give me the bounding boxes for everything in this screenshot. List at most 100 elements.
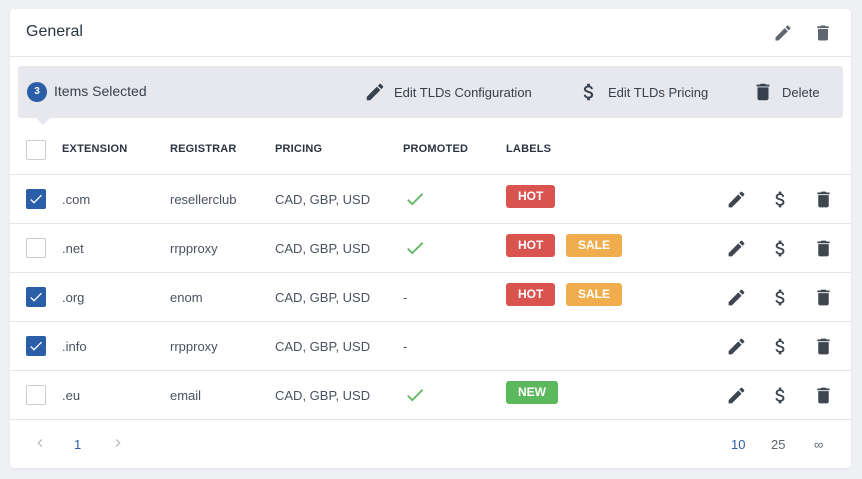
- edit-pricing-row-button[interactable]: [768, 285, 792, 309]
- label-badge-sale: SALE: [566, 234, 623, 257]
- label-badge-hot: HOT: [506, 283, 556, 306]
- promoted-cell: -: [403, 339, 408, 354]
- edit-tlds-pricing-button[interactable]: Edit TLDs Pricing: [578, 79, 708, 105]
- edit-row-button[interactable]: [724, 187, 748, 211]
- table-row: .com resellerclub CAD, GBP, USD HOT: [10, 174, 851, 223]
- registrar-cell: rrpproxy: [170, 339, 218, 354]
- delete-row-button[interactable]: [811, 236, 835, 260]
- dollar-icon: [775, 338, 784, 354]
- label-badge-hot: HOT: [506, 234, 556, 257]
- delete-group-button[interactable]: [811, 21, 835, 45]
- card-header: General: [10, 9, 851, 57]
- pencil-icon: [728, 387, 744, 403]
- row-checkbox[interactable]: [26, 336, 46, 356]
- checkmark-icon: [30, 292, 42, 302]
- label-badge-hot: HOT: [506, 185, 556, 208]
- column-header-labels: LABELS: [506, 143, 552, 155]
- edit-tlds-configuration-button[interactable]: Edit TLDs Configuration: [364, 79, 532, 105]
- pagination-bar: 1 10 25 ∞: [10, 419, 851, 468]
- edit-pricing-row-button[interactable]: [768, 383, 792, 407]
- edit-pricing-row-button[interactable]: [768, 334, 792, 358]
- dollar-icon: [775, 289, 784, 305]
- promoted-check-icon: [404, 188, 426, 215]
- bulk-delete-button[interactable]: Delete: [752, 79, 820, 105]
- table-row: .info rrpproxy CAD, GBP, USD -: [10, 321, 851, 370]
- promoted-check-icon: [404, 237, 426, 264]
- selected-count-label: Items Selected: [54, 83, 147, 99]
- dollar-icon: [583, 83, 594, 101]
- label-badge-new: NEW: [506, 381, 558, 404]
- delete-row-button[interactable]: [811, 187, 835, 211]
- table-row: .org enom CAD, GBP, USD - HOT SALE: [10, 272, 851, 321]
- trash-icon: [816, 191, 830, 207]
- checkmark-icon: [30, 194, 42, 204]
- selected-count-badge: 3: [27, 82, 47, 102]
- page-size-all[interactable]: ∞: [814, 437, 823, 452]
- registrar-cell: resellerclub: [170, 192, 237, 207]
- column-header-extension[interactable]: EXTENSION: [62, 143, 127, 155]
- delete-row-button[interactable]: [811, 383, 835, 407]
- delete-row-button[interactable]: [811, 285, 835, 309]
- column-header-pricing[interactable]: PRICING: [275, 143, 322, 155]
- dollar-icon: [775, 191, 784, 207]
- edit-row-button[interactable]: [724, 334, 748, 358]
- delete-row-button[interactable]: [811, 334, 835, 358]
- pricing-cell: CAD, GBP, USD: [275, 290, 371, 305]
- trash-icon: [816, 338, 830, 354]
- registrar-cell: rrpproxy: [170, 241, 218, 256]
- dollar-icon: [775, 387, 784, 403]
- extension-cell: .eu: [62, 388, 81, 403]
- pricing-cell: CAD, GBP, USD: [275, 241, 371, 256]
- pencil-icon: [775, 25, 791, 41]
- pricing-cell: CAD, GBP, USD: [275, 339, 371, 354]
- edit-row-button[interactable]: [724, 236, 748, 260]
- page-size-10[interactable]: 10: [731, 437, 745, 452]
- promoted-check-icon: [404, 384, 426, 411]
- trash-icon: [816, 289, 830, 305]
- bulk-bar-caret: [36, 118, 50, 125]
- edit-pricing-row-button[interactable]: [768, 187, 792, 211]
- card-title: General: [26, 23, 83, 40]
- extension-cell: .info: [62, 339, 87, 354]
- edit-row-button[interactable]: [724, 285, 748, 309]
- page-size-25[interactable]: 25: [771, 437, 785, 452]
- extension-cell: .net: [62, 241, 84, 256]
- table-row: .eu email CAD, GBP, USD NEW: [10, 370, 851, 419]
- pricing-cell: CAD, GBP, USD: [275, 192, 371, 207]
- pencil-icon: [728, 338, 744, 354]
- registrar-cell: enom: [170, 290, 203, 305]
- chevron-right-icon: [115, 439, 121, 447]
- edit-group-button[interactable]: [771, 21, 795, 45]
- row-checkbox[interactable]: [26, 189, 46, 209]
- edit-row-button[interactable]: [724, 383, 748, 407]
- chevron-left-icon: [37, 439, 43, 447]
- trash-icon: [816, 387, 830, 403]
- column-header-registrar[interactable]: REGISTRAR: [170, 143, 237, 155]
- extension-cell: .com: [62, 192, 91, 207]
- column-header-promoted[interactable]: PROMOTED: [403, 143, 468, 155]
- row-checkbox[interactable]: [26, 238, 46, 258]
- edit-pricing-row-button[interactable]: [768, 236, 792, 260]
- bulk-action-bar: 3 Items Selected Edit TLDs Configuration…: [18, 66, 843, 125]
- pencil-icon: [728, 289, 744, 305]
- pencil-icon: [366, 83, 384, 101]
- trash-icon: [817, 25, 829, 41]
- table-row: .net rrpproxy CAD, GBP, USD HOT SALE: [10, 223, 851, 272]
- label-badge-sale: SALE: [566, 283, 623, 306]
- edit-tlds-configuration-label: Edit TLDs Configuration: [394, 84, 532, 100]
- row-checkbox[interactable]: [26, 385, 46, 405]
- bulk-delete-label: Delete: [782, 84, 820, 100]
- pencil-icon: [728, 240, 744, 256]
- extension-cell: .org: [62, 290, 85, 305]
- next-page-button[interactable]: [110, 435, 126, 454]
- select-all-checkbox[interactable]: [26, 140, 46, 160]
- dollar-icon: [775, 240, 784, 256]
- checkmark-icon: [30, 341, 42, 351]
- page-number[interactable]: 1: [74, 437, 81, 452]
- trash-icon: [816, 240, 830, 256]
- row-checkbox[interactable]: [26, 287, 46, 307]
- trash-icon: [756, 83, 770, 101]
- pencil-icon: [728, 191, 744, 207]
- tld-card: General 3 Items Selected Edit TLDs Confi…: [10, 9, 851, 468]
- prev-page-button[interactable]: [32, 435, 48, 454]
